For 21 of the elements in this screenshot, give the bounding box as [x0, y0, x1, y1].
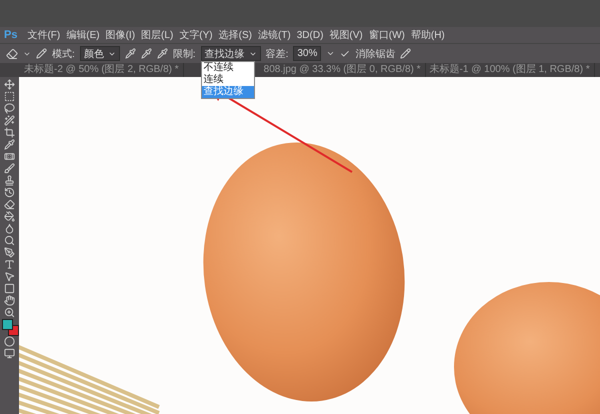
document-tab[interactable]: 未标题-1 @ 100% (图层 1, RGB/8) *: [426, 63, 595, 77]
tolerance-field[interactable]: 30%: [293, 46, 322, 61]
app-logo: Ps: [4, 29, 18, 41]
tolerance-label: 容差:: [266, 48, 288, 60]
menu-item[interactable]: 选择(S): [218, 28, 252, 42]
dropdown-option[interactable]: 查找边缘: [202, 86, 254, 98]
menu-item[interactable]: 文件(F): [27, 28, 60, 42]
menu-item[interactable]: 编辑(E): [66, 28, 100, 42]
antialias-label: 消除锯齿: [355, 48, 396, 60]
menu-item[interactable]: 3D(D): [296, 30, 324, 40]
menu-item[interactable]: 文字(Y): [179, 28, 213, 42]
menu-item[interactable]: 图像(I): [106, 28, 136, 42]
menu-item[interactable]: 图层(L): [141, 28, 174, 42]
menu-item[interactable]: 窗口(W): [368, 28, 405, 42]
menu-item[interactable]: 视图(V): [329, 28, 363, 42]
limit-select[interactable]: 查找边缘: [200, 46, 261, 61]
limit-label: 限制:: [172, 48, 196, 60]
menu-item[interactable]: 帮助(H): [410, 28, 445, 42]
menu-item[interactable]: 滤镜(T): [258, 28, 291, 42]
mode-select[interactable]: 颜色: [80, 46, 120, 61]
mode-label: 模式:: [52, 48, 75, 60]
